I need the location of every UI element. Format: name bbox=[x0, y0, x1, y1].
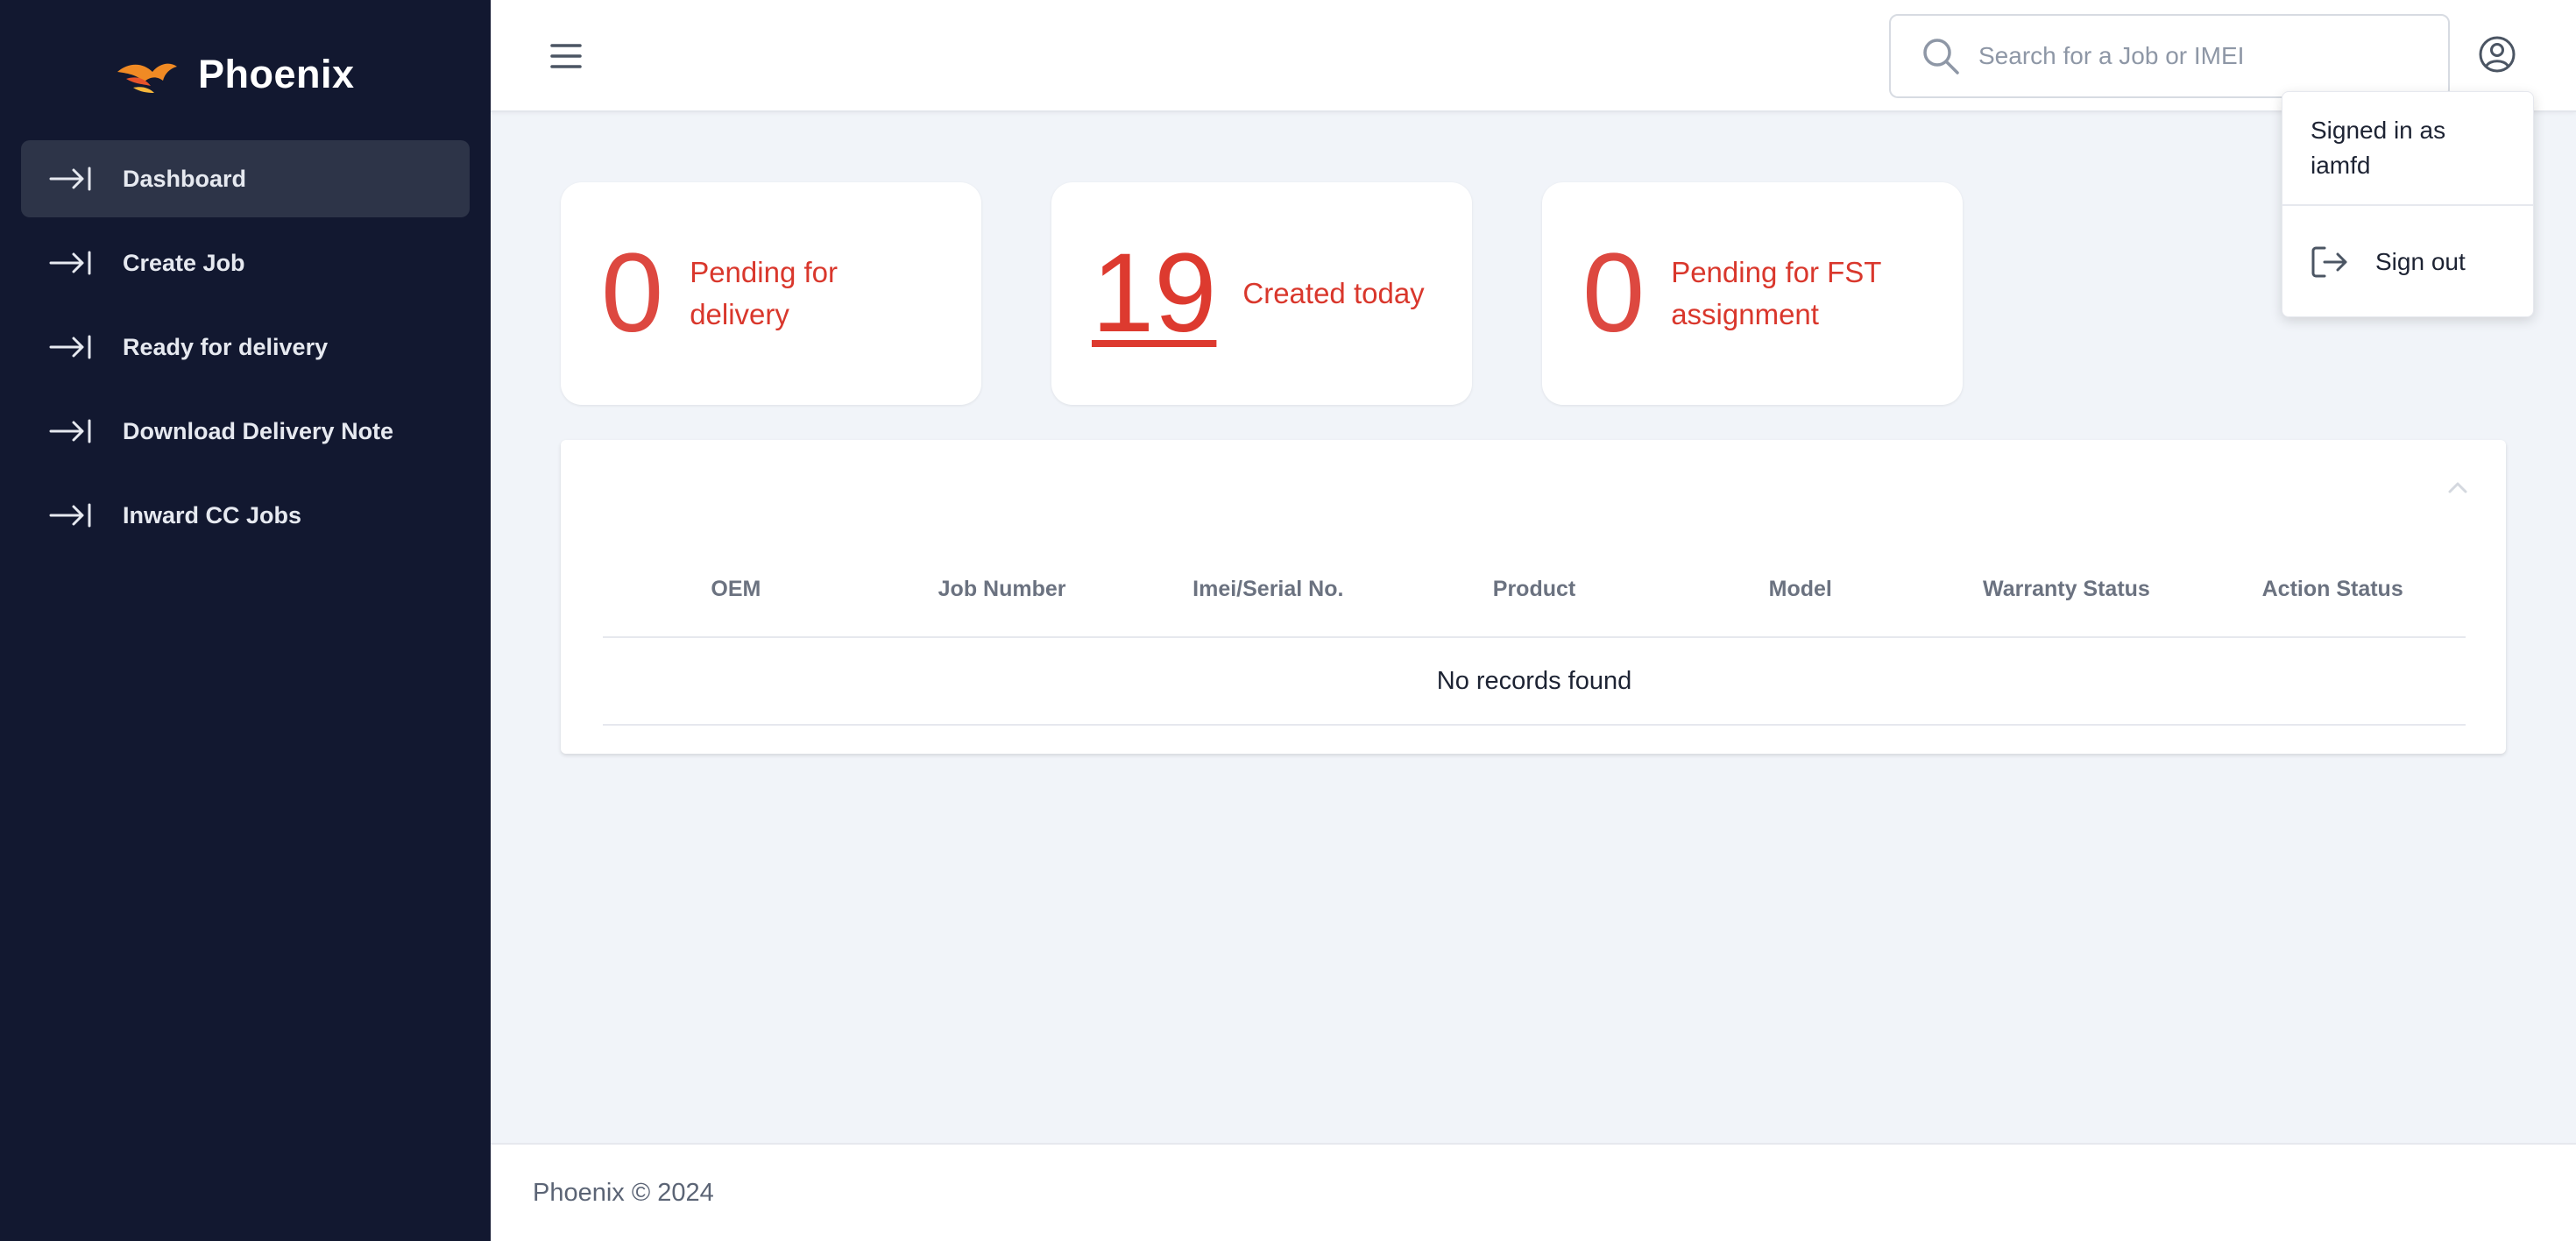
search-input[interactable] bbox=[1978, 42, 2434, 70]
arrow-to-right-icon bbox=[49, 167, 91, 191]
brand[interactable]: Phoenix bbox=[114, 44, 355, 105]
stat-value: 0 bbox=[1582, 230, 1645, 356]
sidebar-item-create-job[interactable]: Create Job bbox=[21, 224, 470, 301]
stat-value: 0 bbox=[601, 230, 664, 356]
arrow-to-right-icon bbox=[49, 251, 91, 275]
column-header-job-number[interactable]: Job Number bbox=[869, 568, 1136, 636]
column-header-product[interactable]: Product bbox=[1401, 568, 1667, 636]
signed-in-text: Signed in as iamfd bbox=[2311, 117, 2446, 179]
footer: Phoenix © 2024 bbox=[491, 1143, 2576, 1241]
column-header-model[interactable]: Model bbox=[1667, 568, 1934, 636]
sidebar: Phoenix Dashboard Create Job Ready for d… bbox=[0, 0, 491, 1241]
sidebar-item-label: Dashboard bbox=[123, 165, 247, 192]
sidebar-item-inward-cc-jobs[interactable]: Inward CC Jobs bbox=[21, 477, 470, 554]
table-empty-message: No records found bbox=[603, 638, 2466, 726]
user-dropdown-menu: Signed in as iamfd Sign out bbox=[2282, 91, 2534, 317]
sidebar-item-label: Ready for delivery bbox=[123, 333, 329, 360]
stat-card-pending-fst[interactable]: 0 Pending for FST assignment bbox=[1542, 182, 1963, 405]
arrow-to-right-icon bbox=[49, 335, 91, 359]
user-circle-icon[interactable] bbox=[2478, 35, 2516, 74]
arrow-to-right-icon bbox=[49, 503, 91, 528]
sidebar-nav: Dashboard Create Job Ready for delivery … bbox=[21, 140, 470, 561]
app-root: Phoenix Dashboard Create Job Ready for d… bbox=[0, 0, 2576, 1241]
arrow-to-right-icon bbox=[49, 419, 91, 443]
stat-label: Pending for delivery bbox=[690, 256, 838, 330]
hamburger-menu-icon[interactable] bbox=[548, 39, 584, 74]
table-header-row: OEM Job Number Imei/Serial No. Product M… bbox=[603, 568, 2466, 638]
column-header-oem[interactable]: OEM bbox=[603, 568, 869, 636]
sidebar-item-dashboard[interactable]: Dashboard bbox=[21, 140, 470, 217]
sidebar-item-label: Download Delivery Note bbox=[123, 417, 394, 444]
footer-copyright: Phoenix © 2024 bbox=[533, 1178, 714, 1207]
phoenix-logo-icon bbox=[117, 63, 177, 93]
stat-label: Pending for FST assignment bbox=[1671, 256, 1881, 330]
chevron-up-icon[interactable] bbox=[2445, 475, 2471, 501]
stat-value-link[interactable]: 19 bbox=[1092, 238, 1216, 350]
column-header-action-status[interactable]: Action Status bbox=[2199, 568, 2466, 636]
brand-name: Phoenix bbox=[198, 52, 355, 96]
stat-card-pending-delivery[interactable]: 0 Pending for delivery bbox=[561, 182, 981, 405]
sidebar-item-download-delivery-note[interactable]: Download Delivery Note bbox=[21, 393, 470, 470]
stat-card-created-today[interactable]: 19 Created today bbox=[1051, 182, 1472, 405]
column-header-imei[interactable]: Imei/Serial No. bbox=[1135, 568, 1401, 636]
top-header bbox=[491, 0, 2576, 112]
sign-out-label: Sign out bbox=[2375, 248, 2466, 275]
jobs-table-panel: OEM Job Number Imei/Serial No. Product M… bbox=[561, 440, 2506, 754]
stat-label: Created today bbox=[1242, 277, 1425, 309]
column-header-warranty-status[interactable]: Warranty Status bbox=[1934, 568, 2200, 636]
sidebar-item-label: Create Job bbox=[123, 249, 245, 276]
sign-out-icon bbox=[2311, 246, 2347, 278]
sign-out-button[interactable]: Sign out bbox=[2282, 206, 2533, 318]
search-box bbox=[1889, 14, 2450, 98]
search-icon bbox=[1923, 39, 1959, 74]
sidebar-item-ready-for-delivery[interactable]: Ready for delivery bbox=[21, 308, 470, 386]
sidebar-item-label: Inward CC Jobs bbox=[123, 501, 302, 528]
